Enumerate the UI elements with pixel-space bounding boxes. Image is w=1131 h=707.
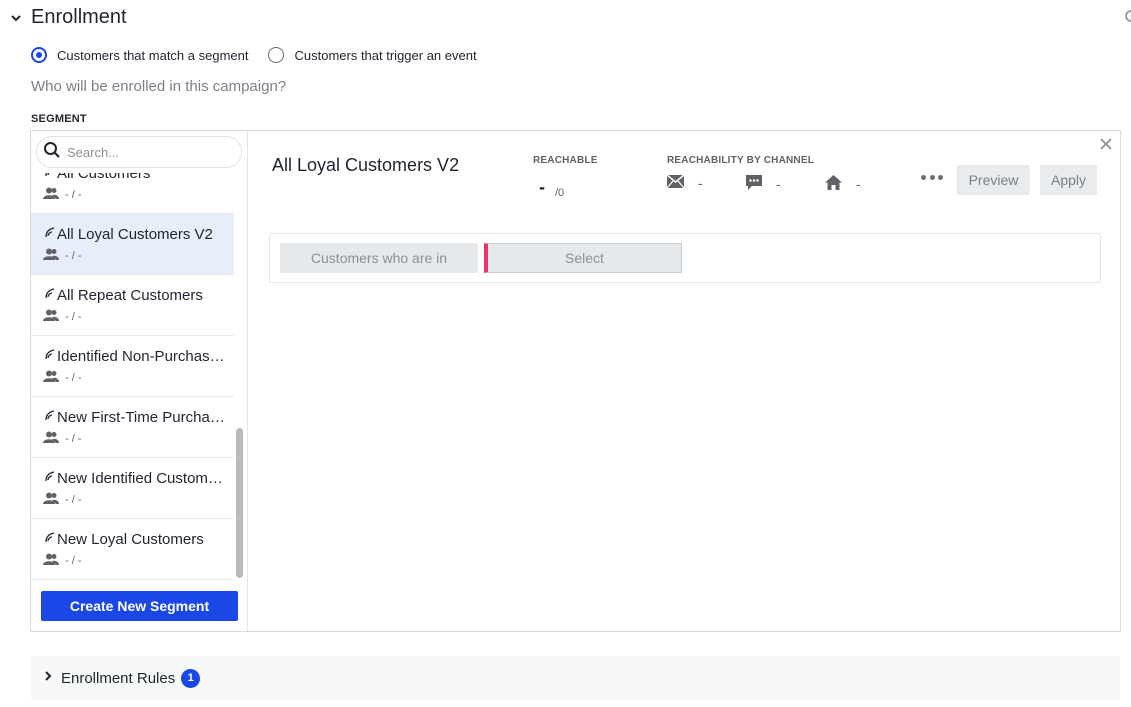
channel-mail-value: - xyxy=(856,176,861,192)
segment-rule-box: Customers who are in Select xyxy=(269,233,1101,283)
people-icon xyxy=(43,248,59,263)
segment-count: - / - xyxy=(65,371,82,384)
segment-name: Identified Non-Purchasers xyxy=(57,347,225,365)
sms-icon xyxy=(746,175,762,193)
segment-icon xyxy=(43,225,57,243)
enrollment-type-radio-group: Customers that match a segment Customers… xyxy=(31,47,497,63)
segment-detail-pane: All Loyal Customers V2 REACHABLE - /0 RE… xyxy=(249,131,1121,631)
segment-item[interactable]: All Customers - / - xyxy=(31,173,234,214)
rule-prefix-field: Customers who are in xyxy=(280,243,478,273)
channel-sms: - xyxy=(746,175,781,193)
people-icon xyxy=(43,370,59,385)
segment-select-dropdown[interactable]: Select xyxy=(484,243,682,273)
segment-item[interactable]: Identified Non-Purchasers - / - xyxy=(31,336,234,397)
people-icon xyxy=(43,553,59,568)
people-icon xyxy=(43,492,59,507)
search-input[interactable] xyxy=(67,144,227,160)
channel-email: - xyxy=(666,174,703,191)
segment-name: All Loyal Customers V2 xyxy=(57,225,213,243)
radio-option-event[interactable]: Customers that trigger an event xyxy=(268,47,477,63)
enrollment-rules-title: Enrollment Rules xyxy=(61,669,176,687)
segment-name: All Customers xyxy=(57,173,151,182)
radio-option-segment[interactable]: Customers that match a segment xyxy=(31,47,248,63)
home-icon xyxy=(825,175,842,193)
segment-count: - / - xyxy=(65,432,82,445)
search-box[interactable] xyxy=(36,136,242,168)
segment-label: SEGMENT xyxy=(31,113,87,125)
segment-list-pane: All Customers - / - All Loyal Customers … xyxy=(31,131,248,631)
segment-name: New First-Time Purchasers xyxy=(57,408,225,426)
reachable-total: /0 xyxy=(555,187,565,199)
more-options-icon[interactable] xyxy=(921,171,943,183)
channel-mail: - xyxy=(825,175,861,193)
segment-count: - / - xyxy=(65,554,82,567)
segment-picker-panel: All Customers - / - All Loyal Customers … xyxy=(30,130,1121,632)
segment-icon xyxy=(43,347,57,365)
segment-item[interactable]: All Repeat Customers - / - xyxy=(31,275,234,336)
segment-item[interactable]: New First-Time Purchasers - / - xyxy=(31,397,234,458)
segment-detail-title: All Loyal Customers V2 xyxy=(272,155,460,175)
segment-count: - / - xyxy=(65,493,82,506)
segment-name: New Identified Customers xyxy=(57,469,225,487)
preview-button[interactable]: Preview xyxy=(957,165,1030,195)
radio-label-segment: Customers that match a segment xyxy=(57,47,249,63)
chevron-right-icon[interactable] xyxy=(43,669,53,687)
chevron-down-icon[interactable] xyxy=(8,10,24,26)
people-icon xyxy=(43,431,59,446)
enrollment-section-header[interactable]: Enrollment xyxy=(8,6,127,29)
reachable-label: REACHABLE xyxy=(533,155,598,166)
segment-count: - / - xyxy=(65,249,82,262)
segment-icon xyxy=(43,286,57,304)
people-icon xyxy=(43,309,59,324)
radio-button-segment[interactable] xyxy=(31,47,47,63)
segment-name: All Repeat Customers xyxy=(57,286,203,304)
segment-item[interactable]: New Loyal Customers - / - xyxy=(31,519,234,580)
create-new-segment-button[interactable]: Create New Segment xyxy=(41,591,238,621)
apply-button[interactable]: Apply xyxy=(1040,165,1097,195)
segment-icon xyxy=(43,173,57,182)
segment-list[interactable]: All Customers - / - All Loyal Customers … xyxy=(31,173,234,581)
segment-count: - / - xyxy=(65,310,82,323)
segment-count: - / - xyxy=(65,188,82,201)
enrollment-rules-section[interactable]: Enrollment Rules 1 xyxy=(31,656,1120,700)
segment-icon xyxy=(43,530,57,548)
segment-icon xyxy=(43,408,57,426)
segment-item-selected[interactable]: All Loyal Customers V2 - / - xyxy=(31,214,234,275)
channel-sms-value: - xyxy=(776,176,781,192)
enrollment-question: Who will be enrolled in this campaign? xyxy=(31,78,287,95)
radio-button-event[interactable] xyxy=(268,47,285,63)
radio-label-event: Customers that trigger an event xyxy=(294,47,477,63)
people-icon xyxy=(43,187,59,202)
rules-count-badge: 1 xyxy=(181,668,201,688)
help-icon[interactable] xyxy=(1125,10,1131,22)
segment-icon xyxy=(43,469,57,487)
channel-email-value: - xyxy=(698,175,703,191)
segment-name: New Loyal Customers xyxy=(57,530,204,548)
email-icon xyxy=(666,174,685,191)
segment-list-scrollbar[interactable] xyxy=(236,428,243,578)
segment-item[interactable]: New Identified Customers - / - xyxy=(31,458,234,519)
reachable-value: - xyxy=(539,177,545,197)
close-icon[interactable] xyxy=(1099,137,1113,151)
reachability-by-channel-label: REACHABILITY BY CHANNEL xyxy=(667,155,815,166)
search-icon xyxy=(43,141,61,164)
section-title: Enrollment xyxy=(31,6,127,28)
